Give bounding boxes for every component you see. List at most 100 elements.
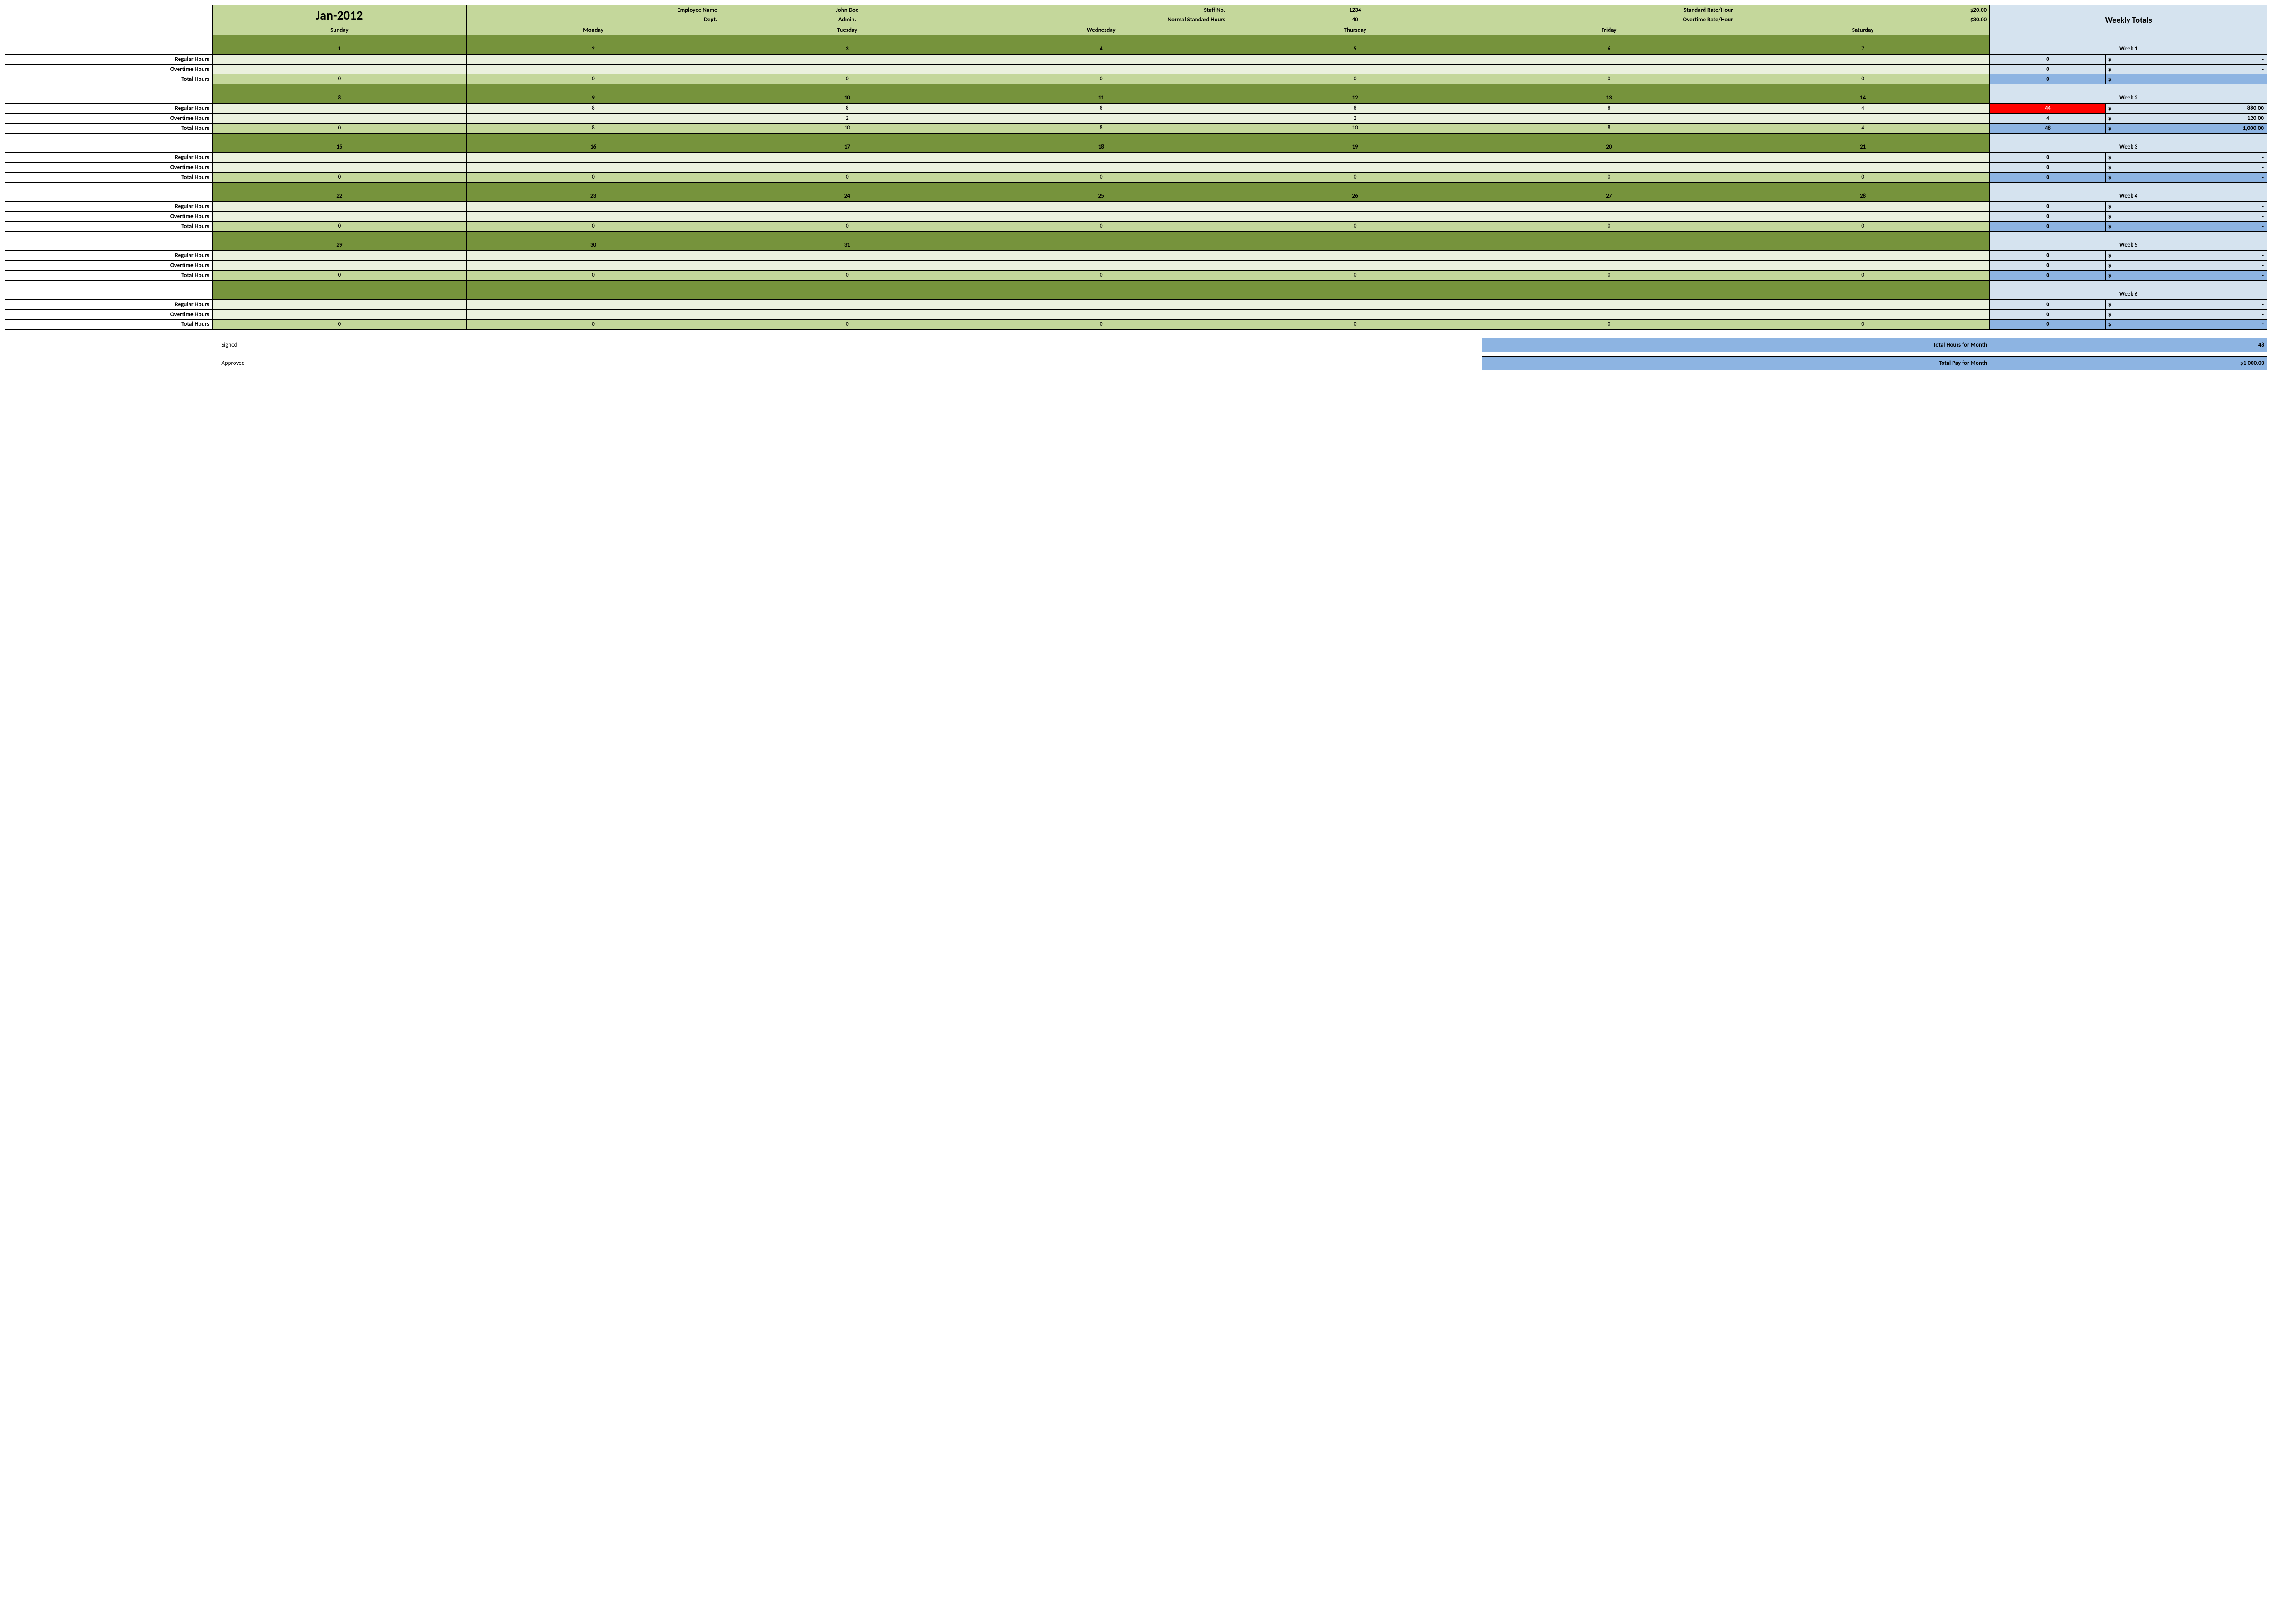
overtime-cell[interactable] (212, 113, 466, 123)
regular-cell[interactable] (466, 299, 720, 309)
overtime-cell[interactable] (1228, 260, 1482, 270)
regular-cell[interactable] (720, 299, 974, 309)
overtime-cell[interactable] (466, 309, 720, 319)
overtime-cell[interactable] (1228, 64, 1482, 74)
regular-cell[interactable] (212, 201, 466, 211)
overtime-cell[interactable] (974, 113, 1228, 123)
regular-cell[interactable] (1482, 250, 1736, 260)
overtime-cell[interactable] (974, 162, 1228, 172)
overtime-cell[interactable]: 2 (720, 113, 974, 123)
overtime-cell[interactable] (1482, 309, 1736, 319)
regular-cell[interactable] (1736, 201, 1990, 211)
overtime-cell[interactable] (212, 260, 466, 270)
regular-cell[interactable]: 8 (1228, 103, 1482, 113)
overtime-cell[interactable] (974, 64, 1228, 74)
overtime-cell[interactable] (212, 211, 466, 221)
overtime-cell[interactable] (1228, 162, 1482, 172)
regular-cell[interactable] (974, 299, 1228, 309)
regular-cell[interactable] (1736, 250, 1990, 260)
overtime-cell[interactable] (720, 260, 974, 270)
regular-cell[interactable] (1482, 201, 1736, 211)
norm-hours[interactable]: 40 (1228, 15, 1482, 25)
wt-tot-n: 0 (1990, 172, 2105, 182)
regular-cell[interactable] (466, 54, 720, 64)
overtime-cell[interactable] (1736, 211, 1990, 221)
regular-cell[interactable] (1736, 152, 1990, 162)
overtime-cell[interactable] (720, 162, 974, 172)
overtime-cell[interactable] (1228, 309, 1482, 319)
overtime-cell[interactable] (466, 64, 720, 74)
approved-line[interactable] (466, 357, 974, 370)
regular-cell[interactable] (1482, 152, 1736, 162)
signed-line[interactable] (466, 338, 974, 352)
overtime-cell[interactable] (212, 64, 466, 74)
regular-cell[interactable] (1228, 250, 1482, 260)
dept[interactable]: Admin. (720, 15, 974, 25)
regular-cell[interactable] (1482, 54, 1736, 64)
regular-cell[interactable] (974, 152, 1228, 162)
regular-cell[interactable]: 8 (1482, 103, 1736, 113)
overtime-cell[interactable] (1736, 113, 1990, 123)
regular-cell[interactable] (466, 201, 720, 211)
regular-row: Regular Hours0- (5, 299, 2267, 309)
total-cell: 0 (466, 221, 720, 231)
overtime-cell[interactable] (1228, 211, 1482, 221)
regular-cell[interactable] (1736, 54, 1990, 64)
overtime-cell[interactable] (974, 260, 1228, 270)
regular-cell[interactable] (212, 152, 466, 162)
date-cell (212, 280, 466, 299)
overtime-cell[interactable] (1736, 260, 1990, 270)
regular-cell[interactable] (466, 152, 720, 162)
regular-cell[interactable] (720, 54, 974, 64)
total-cell: 0 (1228, 319, 1482, 329)
regular-cell[interactable] (720, 250, 974, 260)
wt-money: - (2105, 64, 2267, 74)
overtime-cell[interactable] (1736, 162, 1990, 172)
ot-rate[interactable]: $30.00 (1736, 15, 1990, 25)
staff-no[interactable]: 1234 (1228, 5, 1482, 15)
regular-cell[interactable] (974, 250, 1228, 260)
regular-cell[interactable] (1228, 54, 1482, 64)
overtime-cell[interactable] (1482, 211, 1736, 221)
regular-cell[interactable] (1228, 201, 1482, 211)
regular-cell[interactable] (466, 250, 720, 260)
emp-name[interactable]: John Doe (720, 5, 974, 15)
regular-cell[interactable]: 8 (720, 103, 974, 113)
overtime-cell[interactable] (1482, 64, 1736, 74)
overtime-cell[interactable] (1736, 309, 1990, 319)
overtime-cell[interactable] (1736, 64, 1990, 74)
regular-cell[interactable] (1482, 299, 1736, 309)
overtime-cell[interactable] (212, 162, 466, 172)
regular-cell[interactable] (212, 299, 466, 309)
regular-cell[interactable] (1228, 299, 1482, 309)
overtime-cell[interactable] (974, 309, 1228, 319)
overtime-cell[interactable] (212, 309, 466, 319)
overtime-cell[interactable] (466, 211, 720, 221)
regular-cell[interactable] (974, 54, 1228, 64)
wt-money: 1,000.00 (2105, 123, 2267, 133)
overtime-cell[interactable] (1482, 113, 1736, 123)
overtime-cell[interactable] (720, 211, 974, 221)
overtime-cell[interactable] (974, 211, 1228, 221)
regular-cell[interactable] (1228, 152, 1482, 162)
regular-cell[interactable] (212, 54, 466, 64)
regular-cell[interactable] (1736, 299, 1990, 309)
regular-cell[interactable]: 8 (974, 103, 1228, 113)
regular-cell[interactable] (212, 250, 466, 260)
overtime-cell[interactable] (466, 113, 720, 123)
overtime-cell[interactable] (1482, 162, 1736, 172)
regular-cell[interactable] (720, 152, 974, 162)
regular-cell[interactable] (974, 201, 1228, 211)
overtime-cell[interactable]: 2 (1228, 113, 1482, 123)
regular-cell[interactable] (720, 201, 974, 211)
regular-cell[interactable] (212, 103, 466, 113)
regular-cell[interactable]: 8 (466, 103, 720, 113)
std-rate[interactable]: $20.00 (1736, 5, 1990, 15)
wt-tot-n: 0 (1990, 270, 2105, 280)
overtime-cell[interactable] (466, 260, 720, 270)
overtime-cell[interactable] (1482, 260, 1736, 270)
overtime-cell[interactable] (720, 309, 974, 319)
regular-cell[interactable]: 4 (1736, 103, 1990, 113)
overtime-cell[interactable] (466, 162, 720, 172)
overtime-cell[interactable] (720, 64, 974, 74)
